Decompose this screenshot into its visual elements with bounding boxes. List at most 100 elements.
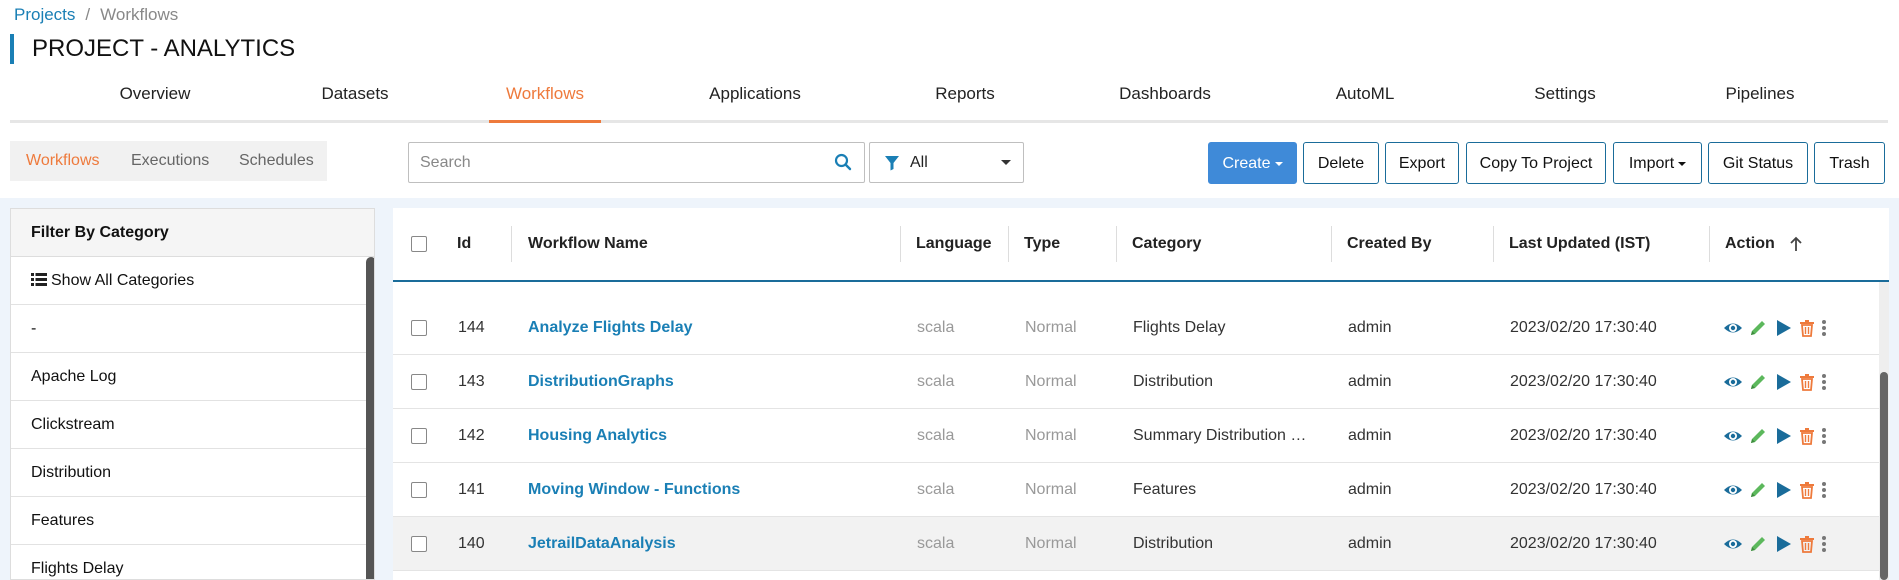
table-row[interactable]: 140 JetrailDataAnalysis scala Normal Distrib… <box>393 517 1889 571</box>
column-header-type[interactable]: Type <box>1024 208 1060 280</box>
category-item[interactable]: Features <box>11 497 374 545</box>
cell-last-updated: 2023/02/20 17:30:40 <box>1510 319 1657 336</box>
cell-created-by: admin <box>1348 481 1392 498</box>
search-input[interactable] <box>409 143 819 182</box>
trash-button[interactable]: Trash <box>1814 142 1885 184</box>
table-scrollbar[interactable] <box>1879 282 1889 580</box>
view-eye-icon[interactable] <box>1723 372 1743 392</box>
cell-type: Normal <box>1025 427 1077 444</box>
delete-trash-icon[interactable] <box>1797 426 1817 446</box>
breadcrumb-projects-link[interactable]: Projects <box>14 5 75 24</box>
filter-dropdown[interactable]: All <box>869 142 1024 183</box>
more-options-icon[interactable] <box>1819 426 1829 446</box>
tab-reports[interactable]: Reports <box>880 78 1050 123</box>
filter-icon <box>885 156 899 171</box>
row-checkbox[interactable] <box>411 536 427 552</box>
view-eye-icon[interactable] <box>1723 534 1743 554</box>
run-play-icon[interactable] <box>1773 426 1793 446</box>
copy-to-project-button[interactable]: Copy To Project <box>1466 142 1606 184</box>
column-header-language[interactable]: Language <box>916 208 992 280</box>
cell-id: 140 <box>458 535 485 552</box>
more-options-icon[interactable] <box>1819 372 1829 392</box>
delete-button[interactable]: Delete <box>1303 142 1379 184</box>
delete-trash-icon[interactable] <box>1797 480 1817 500</box>
delete-trash-icon[interactable] <box>1797 534 1817 554</box>
export-button[interactable]: Export <box>1385 142 1459 184</box>
edit-pencil-icon[interactable] <box>1748 480 1768 500</box>
subtab-schedules[interactable]: Schedules <box>239 141 314 181</box>
breadcrumb-current: Workflows <box>100 5 179 24</box>
cell-workflow-name-link[interactable]: Housing Analytics <box>528 409 888 463</box>
delete-trash-icon[interactable] <box>1797 318 1817 338</box>
tab-applications[interactable]: Applications <box>670 78 840 123</box>
cell-created-by: admin <box>1348 535 1392 552</box>
breadcrumb-separator: / <box>85 5 91 24</box>
column-header-category[interactable]: Category <box>1132 208 1201 280</box>
row-checkbox[interactable] <box>411 320 427 336</box>
sort-ascending-icon[interactable] <box>1789 236 1803 252</box>
view-eye-icon[interactable] <box>1723 426 1743 446</box>
category-item[interactable]: Flights Delay <box>11 545 374 579</box>
view-eye-icon[interactable] <box>1723 318 1743 338</box>
select-all-checkbox[interactable] <box>411 236 427 252</box>
caret-down-icon <box>1274 161 1283 166</box>
more-options-icon[interactable] <box>1819 534 1829 554</box>
git-status-button[interactable]: Git Status <box>1708 142 1808 184</box>
category-item[interactable]: Apache Log <box>11 353 374 401</box>
subtab-workflows[interactable]: Workflows <box>26 141 100 181</box>
cell-workflow-name-link[interactable]: DistributionGraphs <box>528 355 888 409</box>
show-all-categories[interactable]: Show All Categories <box>11 257 374 305</box>
sidebar-scrollbar[interactable] <box>366 257 374 579</box>
row-checkbox[interactable] <box>411 374 427 390</box>
tab-overview[interactable]: Overview <box>70 78 240 123</box>
more-options-icon[interactable] <box>1819 318 1829 338</box>
create-button[interactable]: Create <box>1208 142 1297 184</box>
category-item[interactable]: Distribution <box>11 449 374 497</box>
row-checkbox[interactable] <box>411 428 427 444</box>
more-options-icon[interactable] <box>1819 480 1829 500</box>
tab-datasets[interactable]: Datasets <box>270 78 440 123</box>
run-play-icon[interactable] <box>1773 318 1793 338</box>
caret-down-icon <box>1678 161 1687 166</box>
view-eye-icon[interactable] <box>1723 480 1743 500</box>
delete-trash-icon[interactable] <box>1797 372 1817 392</box>
search-icon[interactable] <box>834 153 852 171</box>
edit-pencil-icon[interactable] <box>1748 318 1768 338</box>
tab-automl[interactable]: AutoML <box>1280 78 1450 123</box>
cell-workflow-name-link[interactable]: Analyze Flights Delay <box>528 301 888 355</box>
column-header-action[interactable]: Action <box>1725 208 1775 280</box>
cell-language: scala <box>917 427 955 444</box>
import-button[interactable]: Import <box>1613 142 1702 184</box>
cell-workflow-name-link[interactable]: JetrailDataAnalysis <box>528 517 888 571</box>
category-item[interactable]: - <box>11 305 374 353</box>
edit-pencil-icon[interactable] <box>1748 372 1768 392</box>
subtab-executions[interactable]: Executions <box>131 141 209 181</box>
edit-pencil-icon[interactable] <box>1748 534 1768 554</box>
tab-pipelines[interactable]: Pipelines <box>1675 78 1845 123</box>
run-play-icon[interactable] <box>1773 534 1793 554</box>
column-header-name[interactable]: Workflow Name <box>528 208 648 280</box>
tab-dashboards[interactable]: Dashboards <box>1080 78 1250 123</box>
cell-workflow-name-link[interactable]: Moving Window - Functions <box>528 463 888 517</box>
column-divider <box>900 226 901 262</box>
column-divider <box>1008 226 1009 262</box>
cell-type: Normal <box>1025 481 1077 498</box>
table-row[interactable]: 141 Moving Window - Functions scala Normal F… <box>393 463 1889 517</box>
row-checkbox[interactable] <box>411 482 427 498</box>
edit-pencil-icon[interactable] <box>1748 426 1768 446</box>
column-header-created-by[interactable]: Created By <box>1347 208 1431 280</box>
main-tabs: Overview Datasets Workflows Applications… <box>10 78 1888 123</box>
category-item[interactable]: Clickstream <box>11 401 374 449</box>
tab-settings[interactable]: Settings <box>1480 78 1650 123</box>
table-scrollbar-thumb[interactable] <box>1880 372 1888 580</box>
column-divider <box>511 226 512 262</box>
table-row[interactable]: 142 Housing Analytics scala Normal Summary D… <box>393 409 1889 463</box>
column-header-last-updated[interactable]: Last Updated (IST) <box>1509 208 1650 280</box>
table-row[interactable]: 143 DistributionGraphs scala Normal Distribu… <box>393 355 1889 409</box>
cell-id: 141 <box>458 481 485 498</box>
tab-workflows[interactable]: Workflows <box>489 78 601 123</box>
run-play-icon[interactable] <box>1773 480 1793 500</box>
column-header-id[interactable]: Id <box>457 208 471 280</box>
table-row[interactable]: 144 Analyze Flights Delay scala Normal Fligh… <box>393 301 1889 355</box>
run-play-icon[interactable] <box>1773 372 1793 392</box>
